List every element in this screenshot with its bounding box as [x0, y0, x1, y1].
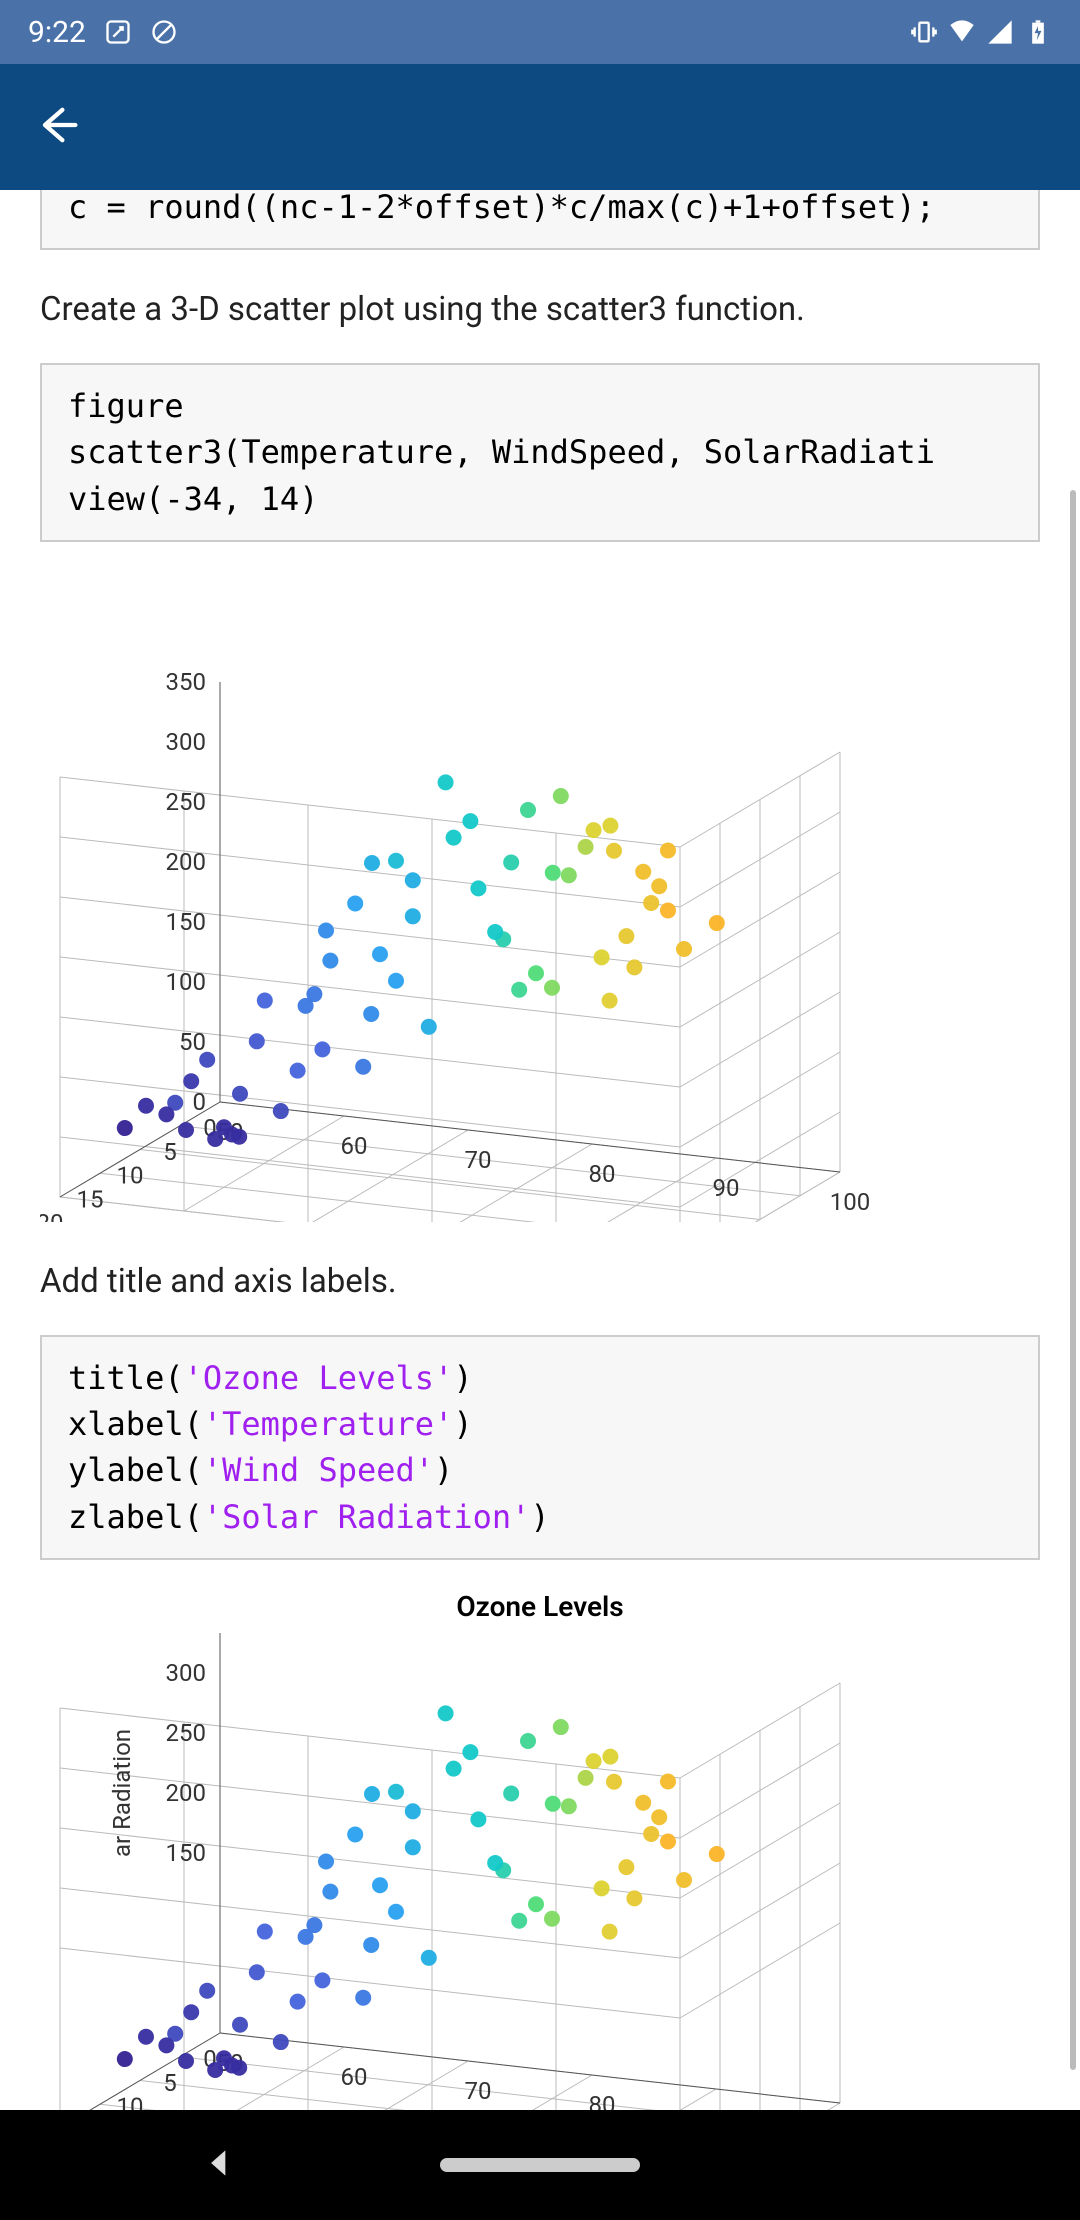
svg-text:10: 10 — [117, 1162, 144, 1190]
signal-icon — [986, 18, 1014, 46]
svg-text:250: 250 — [166, 788, 206, 816]
app-icon-2 — [150, 18, 178, 46]
svg-text:5: 5 — [163, 2069, 177, 2097]
svg-text:250: 250 — [166, 1719, 206, 1747]
svg-text:300: 300 — [166, 728, 206, 756]
chart-2-title: Ozone Levels — [40, 1590, 1040, 1623]
nav-back-button[interactable] — [200, 2144, 238, 2186]
svg-text:80: 80 — [589, 2091, 616, 2110]
svg-text:60: 60 — [341, 2063, 368, 2091]
scatter3-chart-2: 150200250300350051015205060708090100ar R… — [40, 1633, 1040, 2110]
code-block-0: c = round((nc-1-2*offset)*c/max(c)+1+off… — [40, 190, 1040, 250]
svg-text:100: 100 — [166, 968, 206, 996]
svg-text:150: 150 — [166, 908, 206, 936]
svg-text:ar Radiation: ar Radiation — [108, 1729, 136, 1857]
svg-text:20: 20 — [40, 1209, 63, 1222]
svg-text:300: 300 — [166, 1659, 206, 1687]
svg-text:150: 150 — [166, 1839, 206, 1867]
svg-text:15: 15 — [77, 1185, 104, 1213]
vibrate-icon — [910, 18, 938, 46]
svg-text:90: 90 — [713, 1174, 740, 1202]
back-button[interactable] — [32, 99, 84, 155]
nav-home-pill[interactable] — [440, 2158, 640, 2172]
status-time: 9:22 — [28, 15, 86, 50]
scatter3-chart-1: 0501001502002503003500510152050607080901… — [40, 582, 1040, 1222]
code-block-1: figure scatter3(Temperature, WindSpeed, … — [40, 363, 1040, 542]
paragraph-1: Create a 3-D scatter plot using the scat… — [40, 288, 1040, 333]
svg-text:5: 5 — [163, 1138, 177, 1166]
battery-icon — [1024, 18, 1052, 46]
status-bar: 9:22 — [0, 0, 1080, 64]
paragraph-2: Add title and axis labels. — [40, 1260, 1040, 1305]
svg-text:80: 80 — [589, 1160, 616, 1188]
scrollbar[interactable] — [1070, 490, 1076, 2070]
system-nav-bar — [0, 2110, 1080, 2220]
svg-text:60: 60 — [341, 1132, 368, 1160]
svg-text:70: 70 — [465, 2077, 492, 2105]
wifi-icon — [948, 18, 976, 46]
svg-text:200: 200 — [166, 848, 206, 876]
svg-text:100: 100 — [830, 1188, 870, 1216]
svg-text:10: 10 — [117, 2093, 144, 2110]
app-bar — [0, 64, 1080, 190]
svg-text:70: 70 — [465, 1146, 492, 1174]
svg-text:200: 200 — [166, 1779, 206, 1807]
code-block-2: title('Ozone Levels') xlabel('Temperatur… — [40, 1335, 1040, 1561]
app-icon-1 — [104, 18, 132, 46]
svg-text:50: 50 — [179, 1028, 206, 1056]
svg-text:350: 350 — [166, 668, 206, 696]
svg-text:0: 0 — [193, 1088, 207, 1116]
article-content[interactable]: c = round((nc-1-2*offset)*c/max(c)+1+off… — [0, 190, 1080, 2110]
